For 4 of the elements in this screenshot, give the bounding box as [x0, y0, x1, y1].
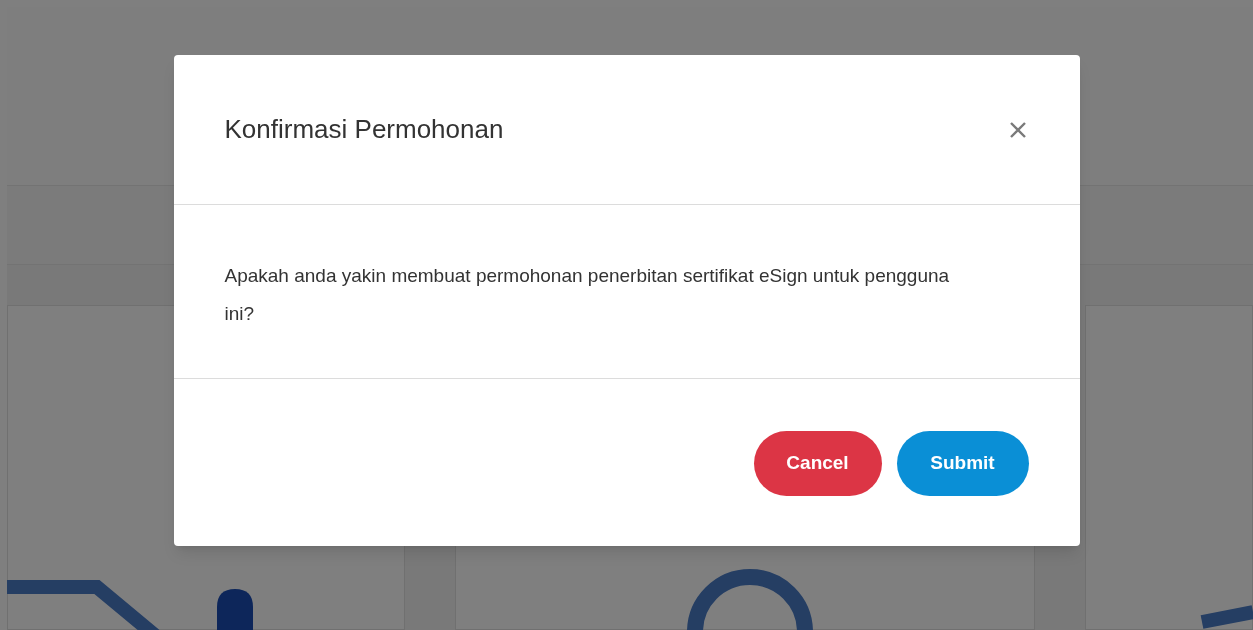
submit-button[interactable]: Submit [896, 431, 1029, 496]
dialog-title: Konfirmasi Permohonan [224, 113, 504, 146]
dialog-message: Apakah anda yakin membuat permohonan penerbitan sertifikat eSign untuk pengguna ini? [224, 264, 951, 326]
cancel-button[interactable]: Cancel [753, 431, 882, 496]
